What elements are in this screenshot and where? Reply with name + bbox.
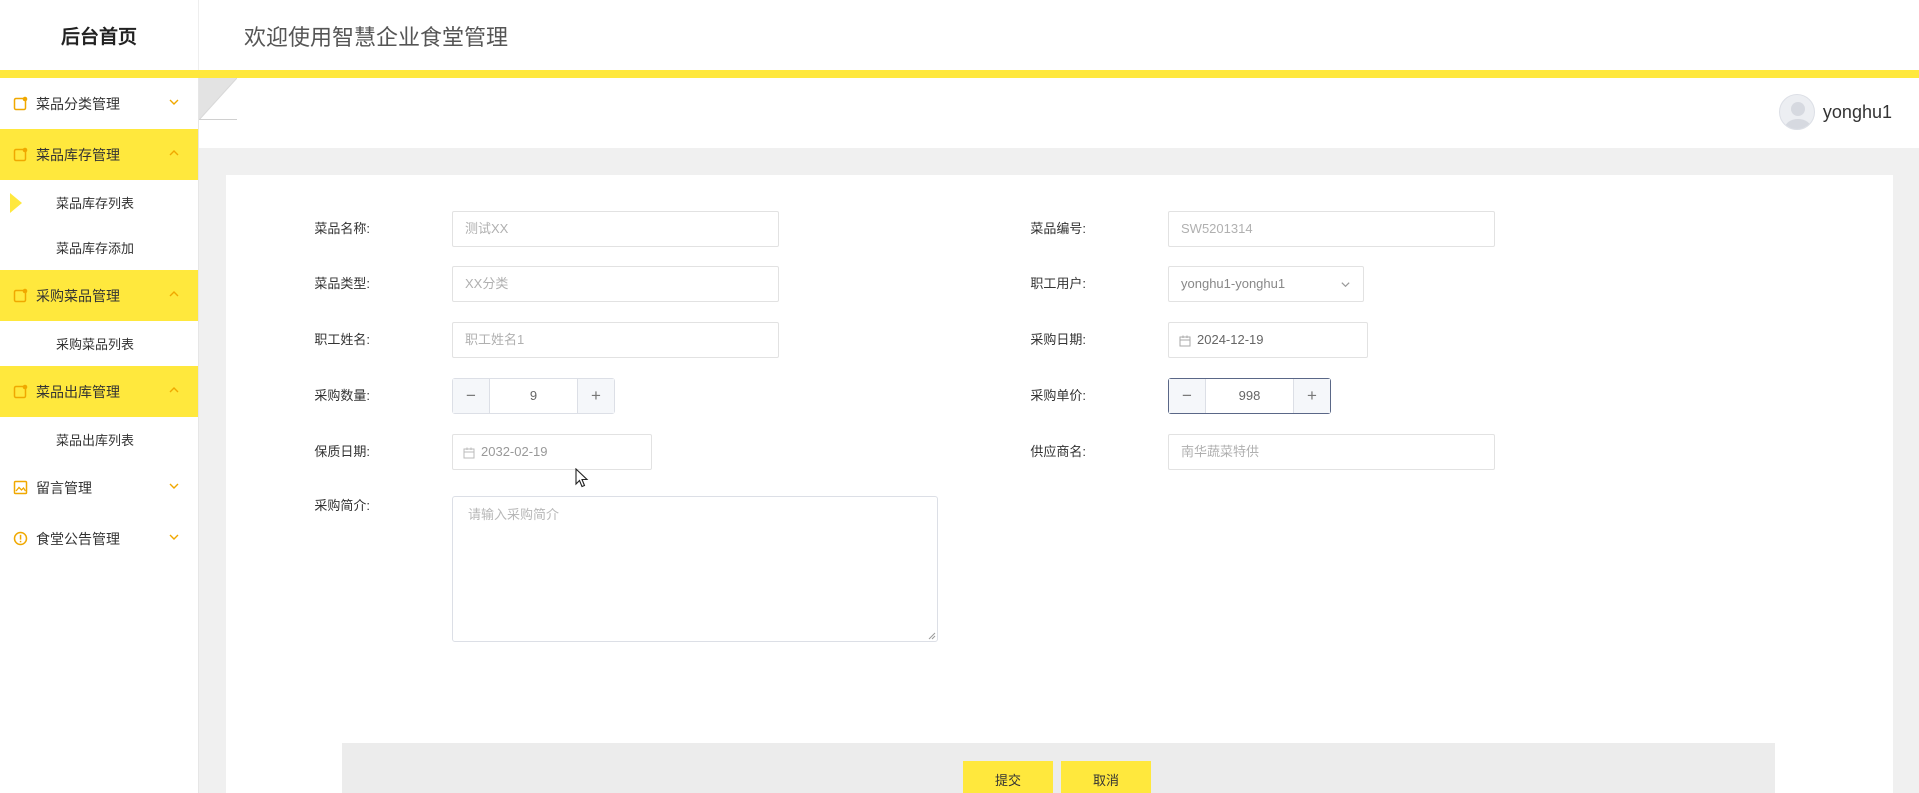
intro-textarea[interactable]: 请输入采购简介 [452,496,938,642]
intro-label: 采购简介: [314,498,370,513]
decrement-button[interactable]: − [453,379,490,413]
chevron-up-icon [169,291,179,297]
staff-user-label: 职工用户: [1030,276,1086,291]
purchase-date-value: 2024-12-19 [1197,332,1264,347]
increment-button[interactable]: + [577,379,614,413]
menu-outbound[interactable]: 菜品出库管理 [0,366,198,417]
sidebar-item-purchase-list[interactable]: 采购菜品列表 [0,321,198,366]
purchase-qty-value[interactable]: 9 [490,379,577,413]
decrement-button[interactable]: − [1169,379,1206,413]
sidebar: 菜品分类管理 菜品库存管理 菜品库存列表 菜品库存添加 采购菜品管理 采购菜品列… [0,78,199,793]
staff-name-field[interactable]: 职工姓名1 [452,322,779,358]
calendar-edit-icon [13,147,28,162]
picture-icon [13,480,28,495]
menu-dish-category[interactable]: 菜品分类管理 [0,78,198,129]
form-card: 菜品名称: 测试XX 菜品编号: SW5201314 菜品类型: XX分类 职工… [226,175,1893,793]
dish-name-field[interactable]: 测试XX [452,211,779,247]
cancel-button[interactable]: 取消 [1061,761,1151,793]
chevron-down-icon [169,483,179,489]
menu-label: 菜品出库管理 [36,383,120,400]
calendar-edit-icon [13,384,28,399]
sidebar-item-label: 采购菜品列表 [56,337,135,352]
purchase-date-picker[interactable]: 2024-12-19 [1168,322,1368,358]
info-circle-icon [13,531,28,546]
calendar-icon [1179,335,1191,347]
submit-button[interactable]: 提交 [963,761,1053,793]
expiry-date-label: 保质日期: [314,444,370,459]
purchase-qty-stepper[interactable]: − 9 + [452,378,615,414]
staff-name-label: 职工姓名: [314,332,370,347]
dish-name-label: 菜品名称: [314,221,370,236]
unit-price-stepper[interactable]: − 998 + [1168,378,1331,414]
chevron-up-icon [169,150,179,156]
collapse-sidebar-icon[interactable] [199,78,237,120]
chevron-down-icon [169,99,179,105]
calendar-edit-icon [13,288,28,303]
menu-label: 菜品分类管理 [36,95,120,112]
top-header: 后台首页 欢迎使用智慧企业食堂管理 [0,0,1919,70]
sidebar-item-label: 菜品库存列表 [56,196,135,211]
active-indicator [10,193,22,213]
supplier-field[interactable]: 南华蔬菜特供 [1168,434,1495,470]
chevron-up-icon [169,387,179,393]
expiry-date-picker[interactable]: 2032-02-19 [452,434,652,470]
sidebar-item-label: 菜品库存添加 [56,241,135,256]
menu-label: 采购菜品管理 [36,287,120,304]
menu-label: 菜品库存管理 [36,146,120,163]
menu-label: 留言管理 [36,479,92,496]
menu-announcements[interactable]: 食堂公告管理 [0,513,198,564]
purchase-qty-label: 采购数量: [314,388,370,403]
chevron-down-icon [1341,282,1350,288]
menu-purchase[interactable]: 采购菜品管理 [0,270,198,321]
menu-dish-inventory[interactable]: 菜品库存管理 [0,129,198,180]
form-actions: 提交 取消 [342,743,1775,793]
supplier-label: 供应商名: [1030,444,1086,459]
dish-code-label: 菜品编号: [1030,221,1086,236]
purchase-date-label: 采购日期: [1030,332,1086,347]
main-content: yonghu1 菜品名称: 测试XX 菜品编号: SW5201314 菜品类型:… [199,78,1919,793]
user-bar: yonghu1 [199,78,1919,148]
mouse-cursor-icon [575,468,589,488]
resize-handle-icon[interactable] [928,632,936,640]
increment-button[interactable]: + [1293,379,1330,413]
avatar [1778,94,1815,130]
accent-bar [0,70,1919,78]
staff-user-value: yonghu1-yonghu1 [1181,276,1286,291]
chevron-down-icon [169,534,179,540]
page-title: 欢迎使用智慧企业食堂管理 [244,25,509,50]
expiry-date-value: 2032-02-19 [481,444,548,459]
dish-type-field[interactable]: XX分类 [452,266,779,302]
calendar-edit-icon [13,96,28,111]
sidebar-item-label: 菜品出库列表 [56,433,135,448]
dish-type-label: 菜品类型: [314,276,370,291]
user-menu[interactable]: yonghu1 [1778,94,1892,130]
username: yonghu1 [1822,101,1892,122]
sidebar-item-inventory-list[interactable]: 菜品库存列表 [0,180,198,225]
sidebar-item-inventory-add[interactable]: 菜品库存添加 [0,225,198,270]
menu-label: 食堂公告管理 [36,530,120,547]
dish-code-field[interactable]: SW5201314 [1168,211,1495,247]
menu-messages[interactable]: 留言管理 [0,462,198,513]
home-link[interactable]: 后台首页 [0,0,199,70]
staff-user-select[interactable]: yonghu1-yonghu1 [1168,266,1364,302]
intro-placeholder: 请输入采购简介 [468,507,560,522]
calendar-icon [463,447,475,459]
unit-price-label: 采购单价: [1030,388,1086,403]
unit-price-value[interactable]: 998 [1206,379,1293,413]
sidebar-item-outbound-list[interactable]: 菜品出库列表 [0,417,198,462]
